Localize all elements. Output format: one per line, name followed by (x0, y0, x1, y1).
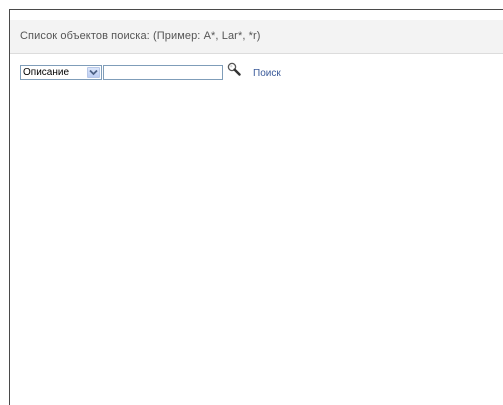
chevron-down-icon[interactable] (87, 66, 100, 78)
search-field-selected-value: Описание (23, 66, 70, 78)
magnifier-icon[interactable] (227, 62, 241, 76)
search-toolbar: Описание Поиск (20, 62, 281, 82)
search-field-select[interactable]: Описание (20, 64, 102, 80)
search-button[interactable]: Поиск (253, 68, 281, 79)
content-frame: Список объектов поиска: (Пример: A*, Lar… (9, 9, 503, 405)
search-input[interactable] (103, 64, 223, 80)
search-list-title: Список объектов поиска: (Пример: A*, Lar… (20, 30, 261, 42)
search-list-header: Список объектов поиска: (Пример: A*, Lar… (10, 20, 503, 54)
